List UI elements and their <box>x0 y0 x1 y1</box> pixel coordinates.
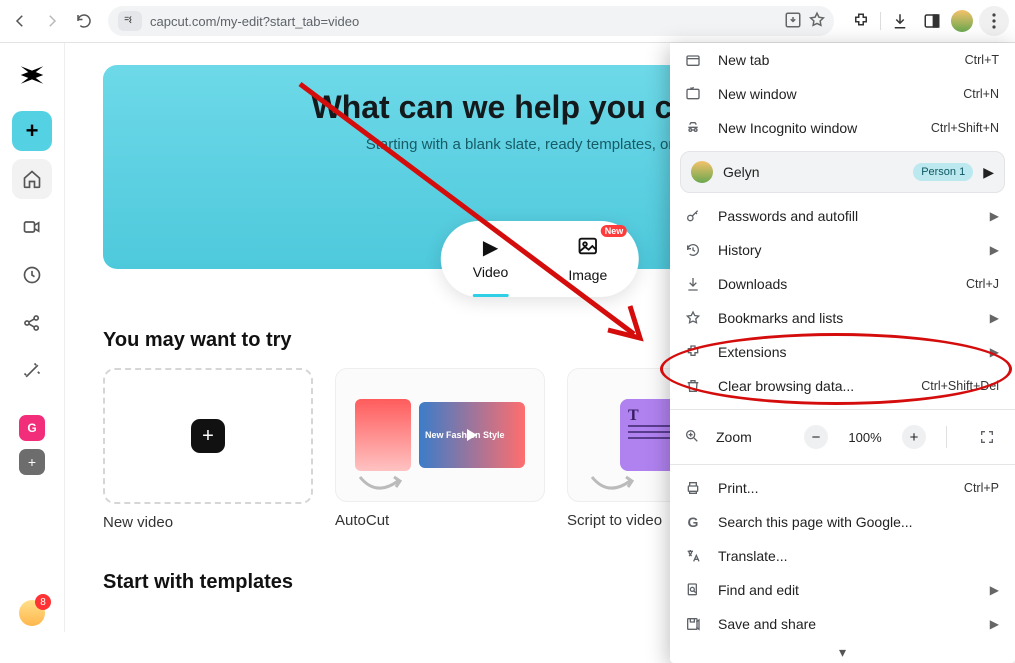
menu-clear-browsing-data[interactable]: Clear browsing data... Ctrl+Shift+Del <box>670 369 1015 403</box>
menu-bookmarks[interactable]: Bookmarks and lists ▶ <box>670 301 1015 335</box>
bookmark-star-icon[interactable] <box>808 11 826 32</box>
reload-button[interactable] <box>70 7 98 35</box>
menu-more-indicator[interactable]: ▾ <box>670 641 1015 663</box>
menu-downloads[interactable]: Downloads Ctrl+J <box>670 267 1015 301</box>
zoom-value: 100% <box>844 430 886 445</box>
zoom-in-button[interactable]: + <box>902 425 926 449</box>
sidebar-share[interactable] <box>12 303 52 343</box>
menu-passwords[interactable]: Passwords and autofill ▶ <box>670 199 1015 233</box>
capcut-logo[interactable] <box>12 55 52 95</box>
trash-icon <box>684 378 702 394</box>
back-button[interactable] <box>6 7 34 35</box>
menu-new-tab[interactable]: New tab Ctrl+T <box>670 43 1015 77</box>
site-info-icon[interactable] <box>118 11 142 31</box>
tab-icon <box>684 52 702 68</box>
fullscreen-button[interactable] <box>975 425 999 449</box>
play-icon: ▶ <box>483 235 498 260</box>
google-icon: G <box>684 514 702 530</box>
zoom-out-button[interactable]: − <box>804 425 828 449</box>
extensions-icon[interactable] <box>848 8 874 34</box>
menu-profile[interactable]: Gelyn Person 1 ▶ <box>680 151 1005 193</box>
window-icon <box>684 86 702 102</box>
new-badge: New <box>601 225 628 237</box>
incognito-icon <box>684 120 702 136</box>
menu-zoom: Zoom − 100% + <box>670 416 1015 458</box>
history-icon <box>684 242 702 258</box>
notification-badge: 8 <box>35 594 51 610</box>
image-icon <box>577 235 599 263</box>
sidebar-workspace-chip[interactable]: G <box>19 415 45 441</box>
sidebar-videos[interactable] <box>12 207 52 247</box>
sidebar-home[interactable] <box>12 159 52 199</box>
sidebar-notifications[interactable]: 8 <box>19 600 45 626</box>
sidebar-magic[interactable] <box>12 351 52 391</box>
browser-toolbar: capcut.com/my-edit?start_tab=video <box>0 0 1015 43</box>
download-icon <box>684 276 702 292</box>
save-share-icon <box>684 616 702 632</box>
profile-avatar-icon <box>691 161 713 183</box>
url-text: capcut.com/my-edit?start_tab=video <box>150 14 359 29</box>
puzzle-icon <box>684 344 702 360</box>
menu-new-window[interactable]: New window Ctrl+N <box>670 77 1015 111</box>
sidebar-add-workspace[interactable]: + <box>19 449 45 475</box>
menu-save-and-share[interactable]: Save and share ▶ <box>670 607 1015 641</box>
chevron-right-icon: ▶ <box>983 164 994 181</box>
arrow-swoosh-icon <box>588 471 638 495</box>
profile-avatar[interactable] <box>951 10 973 32</box>
forward-button[interactable] <box>38 7 66 35</box>
downloads-icon[interactable] <box>887 8 913 34</box>
menu-find-and-edit[interactable]: Find and edit ▶ <box>670 573 1015 607</box>
menu-search-google[interactable]: G Search this page with Google... <box>670 505 1015 539</box>
star-icon <box>684 310 702 326</box>
translate-icon <box>684 548 702 564</box>
sidebar-new-button[interactable]: + <box>12 111 52 151</box>
chrome-menu: New tab Ctrl+T New window Ctrl+N New Inc… <box>670 43 1015 663</box>
tab-video[interactable]: ▶ Video <box>463 233 519 285</box>
install-app-icon[interactable] <box>784 11 802 32</box>
chevron-right-icon: ▶ <box>990 243 999 257</box>
menu-new-incognito[interactable]: New Incognito window Ctrl+Shift+N <box>670 111 1015 145</box>
menu-print[interactable]: Print... Ctrl+P <box>670 471 1015 505</box>
app-sidebar: + G + 8 <box>0 43 65 632</box>
hero-tabs: ▶ Video New Image <box>441 221 639 297</box>
arrow-swoosh-icon <box>356 471 406 495</box>
chevron-right-icon: ▶ <box>990 617 999 631</box>
tab-image[interactable]: New Image <box>558 233 617 285</box>
key-icon <box>684 208 702 224</box>
menu-translate[interactable]: Translate... <box>670 539 1015 573</box>
document-search-icon <box>684 582 702 598</box>
menu-history[interactable]: History ▶ <box>670 233 1015 267</box>
plus-icon: + <box>191 419 225 453</box>
print-icon <box>684 480 702 496</box>
chevron-right-icon: ▶ <box>990 345 999 359</box>
sidebar-history[interactable] <box>12 255 52 295</box>
hero-subtitle: Starting with a blank slate, ready templ… <box>366 136 715 153</box>
chevron-right-icon: ▶ <box>990 583 999 597</box>
chevron-right-icon: ▶ <box>990 311 999 325</box>
thumbnail-video: New Fashion Style <box>419 402 525 468</box>
card-autocut[interactable]: New Fashion Style AutoCut <box>335 368 545 531</box>
card-new-video[interactable]: + New video <box>103 368 313 531</box>
address-bar[interactable]: capcut.com/my-edit?start_tab=video <box>108 6 834 36</box>
chevron-right-icon: ▶ <box>990 209 999 223</box>
sidepanel-icon[interactable] <box>919 8 945 34</box>
thumbnail-image <box>355 399 411 471</box>
zoom-icon <box>684 428 700 447</box>
profile-badge: Person 1 <box>913 163 973 181</box>
menu-extensions[interactable]: Extensions ▶ <box>670 335 1015 369</box>
chrome-menu-button[interactable] <box>979 6 1009 36</box>
